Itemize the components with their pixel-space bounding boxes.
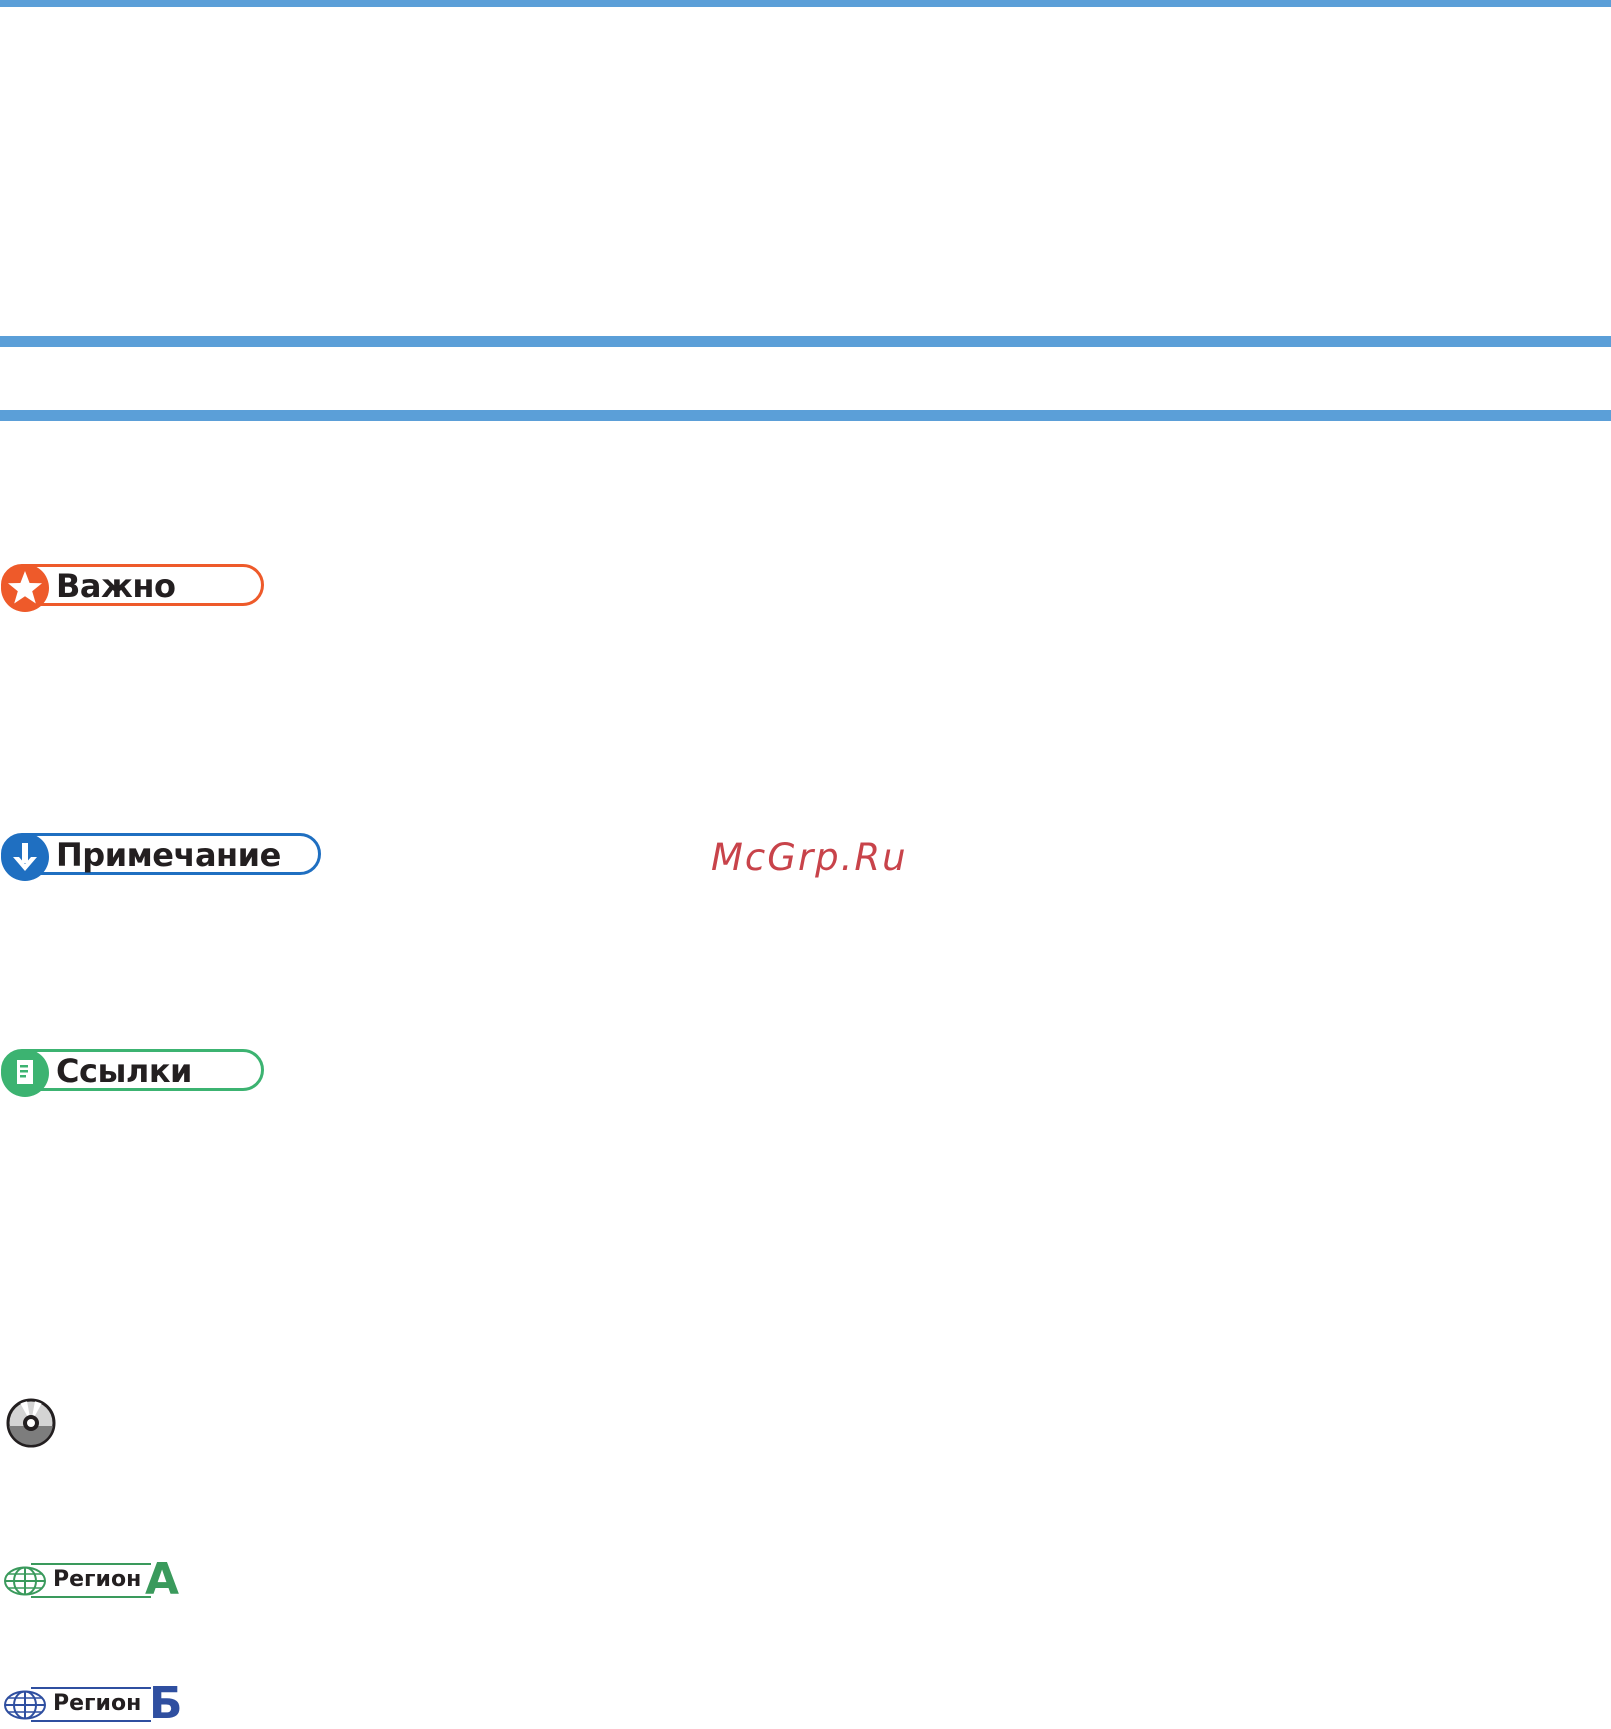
important-label: Важно (56, 567, 176, 605)
region-b-text: Регион (53, 1691, 142, 1716)
star-icon (1, 564, 49, 612)
globe-icon (4, 1566, 46, 1596)
important-badge: Важно (1, 564, 264, 612)
arrow-down-icon (1, 833, 49, 881)
region-a-top-line (31, 1563, 151, 1565)
region-b-bottom-line (31, 1720, 151, 1722)
region-b-letter: Б (149, 1678, 183, 1729)
cd-disc-icon (5, 1397, 57, 1449)
region-b-top-line (31, 1687, 151, 1689)
note-badge: Примечание (1, 833, 321, 881)
watermark: McGrp.Ru (711, 836, 908, 879)
note-label: Примечание (56, 836, 281, 874)
document-icon (1, 1049, 49, 1097)
region-a-label: Регион A (3, 1554, 193, 1605)
region-a-bottom-line (31, 1596, 151, 1598)
references-label: Ссылки (56, 1052, 192, 1090)
section-rule-upper (0, 336, 1611, 347)
references-badge: Ссылки (1, 1049, 264, 1097)
region-b-label: Регион Б (3, 1678, 193, 1729)
globe-icon (4, 1690, 46, 1720)
region-a-letter: A (145, 1554, 180, 1605)
top-rule (0, 0, 1611, 7)
region-a-text: Регион (53, 1567, 142, 1592)
section-rule-lower (0, 410, 1611, 421)
